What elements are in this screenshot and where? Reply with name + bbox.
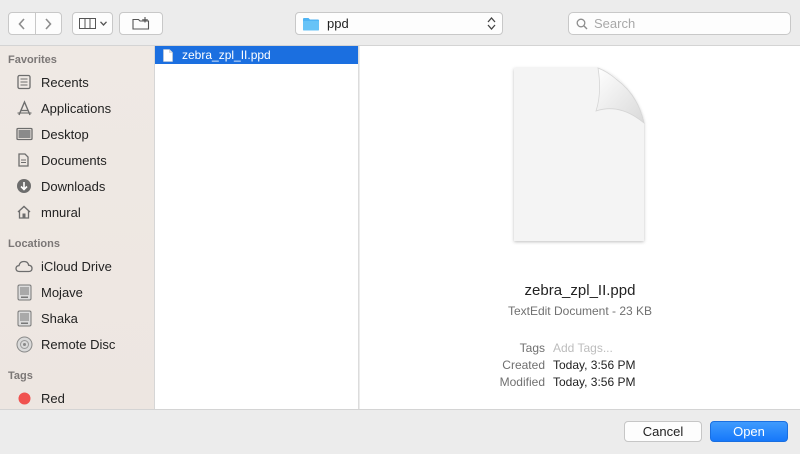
sidebar-item-label: Desktop [41, 126, 89, 142]
search-field[interactable] [568, 12, 791, 35]
favorites-heading: Favorites [8, 54, 57, 66]
folder-icon [303, 17, 319, 30]
new-folder-button[interactable] [119, 12, 163, 35]
view-options-button[interactable] [72, 12, 113, 35]
preview-file-kind: TextEdit Document - 23 KB [507, 304, 653, 318]
updown-arrows-icon [487, 17, 496, 30]
tags-label: Tags [519, 341, 545, 355]
sidebar-item-label: Downloads [41, 178, 106, 194]
file-name: zebra_zpl_II.ppd [182, 48, 271, 62]
sidebar-item-mnural[interactable]: mnural [14, 201, 150, 223]
sidebar-item-desktop[interactable]: Desktop [14, 123, 150, 145]
tags-row: Tags Add Tags... [360, 341, 800, 358]
file-row-selected[interactable]: zebra_zpl_II.ppd [155, 46, 358, 64]
sidebar-item-tag-red[interactable]: Red [14, 387, 150, 409]
desktop-icon [14, 124, 34, 144]
sidebar-item-applications[interactable]: Applications [14, 97, 150, 119]
dialog-footer: Cancel Open [0, 409, 800, 454]
toolbar: ppd [0, 0, 800, 46]
search-input[interactable] [594, 16, 784, 31]
created-row: Created Today, 3:56 PM [360, 358, 800, 375]
metadata-table: Tags Add Tags... Created Today, 3:56 PM … [360, 341, 800, 392]
documents-icon [14, 150, 34, 170]
sidebar-item-label: mnural [41, 204, 81, 220]
tags-heading: Tags [8, 370, 33, 382]
sidebar-item-label: Shaka [41, 310, 78, 326]
sidebar-item-label: Red [41, 390, 65, 406]
sidebar-item-icloud-drive[interactable]: iCloud Drive [14, 255, 150, 277]
downloads-icon [14, 176, 34, 196]
chevron-right-icon [45, 17, 53, 30]
sidebar-item-shaka[interactable]: Shaka [14, 307, 150, 329]
sidebar-item-label: iCloud Drive [41, 258, 112, 274]
sidebar-item-label: Remote Disc [41, 336, 116, 352]
search-icon [576, 18, 588, 29]
forward-button[interactable] [34, 13, 61, 34]
modified-label: Modified [499, 375, 545, 389]
recents-icon [14, 72, 34, 92]
disk-icon [14, 282, 34, 302]
sidebar-item-label: Applications [41, 100, 112, 116]
add-tags-field[interactable]: Add Tags... [553, 341, 613, 358]
navigation-buttons [8, 12, 62, 35]
disk-icon [14, 308, 34, 328]
sidebar-item-recents[interactable]: Recents [14, 71, 150, 93]
modified-row: Modified Today, 3:56 PM [360, 375, 800, 392]
cloud-icon [14, 256, 34, 276]
sidebar-item-downloads[interactable]: Downloads [14, 175, 150, 197]
modified-value: Today, 3:56 PM [553, 375, 636, 389]
created-label: Created [502, 358, 545, 372]
sidebar-item-remote-disc[interactable]: Remote Disc [14, 333, 150, 355]
sidebar: Favorites Recents Applications Desktop D… [0, 46, 155, 409]
cancel-button[interactable]: Cancel [624, 421, 702, 442]
location-label: ppd [327, 16, 349, 31]
column-view-icon [78, 18, 96, 29]
location-popup[interactable]: ppd [295, 12, 503, 35]
applications-icon [14, 98, 34, 118]
chevron-down-icon [99, 21, 107, 26]
back-button[interactable] [9, 13, 35, 34]
created-value: Today, 3:56 PM [553, 358, 636, 372]
file-column: zebra_zpl_II.ppd [155, 46, 359, 409]
sidebar-item-documents[interactable]: Documents [14, 149, 150, 171]
red-tag-dot-icon [14, 388, 34, 408]
sidebar-item-label: Mojave [41, 284, 83, 300]
home-icon [14, 202, 34, 222]
chevron-left-icon [18, 17, 25, 30]
sidebar-item-mojave[interactable]: Mojave [14, 281, 150, 303]
locations-heading: Locations [8, 238, 60, 250]
preview-pane: zebra_zpl_II.ppd TextEdit Document - 23 … [360, 46, 800, 409]
document-preview-icon [514, 67, 645, 241]
sidebar-item-label: Recents [41, 74, 89, 90]
sidebar-item-label: Documents [41, 152, 107, 168]
new-folder-icon [132, 17, 150, 30]
remote-disc-icon [14, 334, 34, 354]
open-button[interactable]: Open [710, 421, 788, 442]
document-icon [163, 48, 173, 62]
preview-file-name: zebra_zpl_II.ppd [524, 282, 636, 299]
